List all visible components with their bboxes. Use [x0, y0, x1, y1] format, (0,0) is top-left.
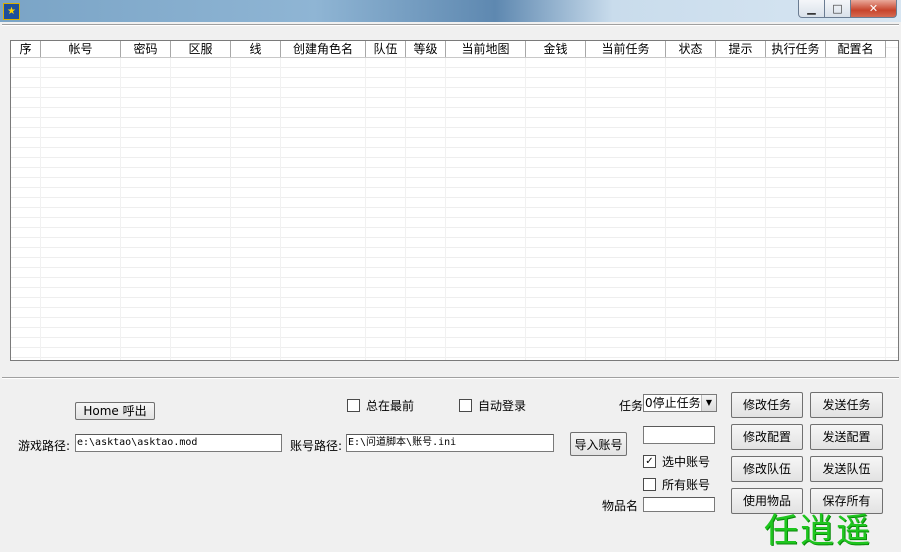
column-gridline — [120, 58, 121, 360]
column-gridline — [765, 58, 766, 360]
column-header[interactable]: 金钱 — [526, 41, 586, 57]
send-team-button[interactable]: 发送队伍 — [810, 456, 883, 482]
column-gridline — [715, 58, 716, 360]
column-header[interactable]: 等级 — [406, 41, 446, 57]
divider-top — [2, 24, 899, 26]
column-header[interactable]: 帐号 — [41, 41, 121, 57]
table-header: 序帐号 密码 区服线创建角色名 队伍 等级 当前地图 金钱 当前任务 状态 提示 执行任务 配置名 — [11, 41, 886, 58]
account-path-label: 账号路径: — [290, 439, 343, 453]
column-gridline — [445, 58, 446, 360]
app-icon[interactable]: ★ — [3, 3, 20, 20]
column-gridline — [405, 58, 406, 360]
maximize-button[interactable]: □ — [825, 0, 851, 18]
column-header[interactable]: 当前任务 — [586, 41, 666, 57]
modify-config-button[interactable]: 修改配置 — [731, 424, 803, 450]
selected-account-box[interactable]: ✓ — [643, 455, 656, 468]
column-header[interactable]: 当前地图 — [446, 41, 526, 57]
always-on-top-checkbox[interactable]: 总在最前 — [347, 397, 414, 414]
column-gridline — [525, 58, 526, 360]
send-task-button[interactable]: 发送任务 — [810, 392, 883, 418]
column-header[interactable]: 状态 — [666, 41, 716, 57]
all-accounts-box[interactable] — [643, 478, 656, 491]
column-header[interactable]: 配置名 — [826, 41, 886, 57]
account-table[interactable]: 序帐号 密码 区服线创建角色名 队伍 等级 当前地图 金钱 当前任务 状态 提示 执行任务 配置名 — [10, 40, 899, 361]
window-controls: ▁ □ ✕ — [798, 0, 897, 18]
column-gridline — [170, 58, 171, 360]
column-header[interactable]: 执行任务 — [766, 41, 826, 57]
column-header[interactable]: 密码 — [121, 41, 171, 57]
column-header[interactable]: 区服 — [171, 41, 231, 57]
account-path-input[interactable]: E:\问道脚本\账号.ini — [346, 434, 554, 452]
column-gridline — [585, 58, 586, 360]
always-on-top-label: 总在最前 — [366, 399, 415, 413]
auto-login-box[interactable] — [459, 399, 472, 412]
column-gridline — [365, 58, 366, 360]
column-header[interactable]: 提示 — [716, 41, 766, 57]
column-gridline — [280, 58, 281, 360]
all-accounts-label: 所有账号 — [662, 478, 711, 492]
selected-account-label: 选中账号 — [662, 455, 711, 469]
column-gridline — [40, 58, 41, 360]
auto-login-checkbox[interactable]: 自动登录 — [459, 397, 526, 414]
import-accounts-button[interactable]: 导入账号 — [570, 432, 627, 456]
modify-team-button[interactable]: 修改队伍 — [731, 456, 803, 482]
task-select-value: 0停止任务 — [645, 396, 701, 410]
column-header[interactable]: 创建角色名 — [281, 41, 366, 57]
task-label: 任务 — [619, 399, 644, 413]
task-select[interactable]: 0停止任务 ▼ — [643, 394, 717, 412]
divider-bottom — [2, 377, 899, 379]
task-param-input[interactable] — [643, 426, 715, 444]
selected-account-checkbox[interactable]: ✓ 选中账号 — [643, 453, 710, 470]
item-name-input[interactable] — [643, 497, 715, 512]
column-gridline — [665, 58, 666, 360]
game-path-label: 游戏路径: — [18, 439, 71, 453]
chevron-down-icon[interactable]: ▼ — [701, 395, 716, 411]
close-button[interactable]: ✕ — [851, 0, 897, 18]
item-name-label: 物品名 — [602, 499, 639, 513]
always-on-top-box[interactable] — [347, 399, 360, 412]
auto-login-label: 自动登录 — [478, 399, 527, 413]
title-bar: ★ ▁ □ ✕ — [0, 0, 901, 22]
column-header[interactable]: 队伍 — [366, 41, 406, 57]
column-gridline — [230, 58, 231, 360]
minimize-button[interactable]: ▁ — [798, 0, 825, 18]
column-header[interactable]: 序 — [11, 41, 41, 57]
game-path-input[interactable]: e:\asktao\asktao.mod — [75, 434, 282, 452]
column-gridline — [825, 58, 826, 360]
modify-task-button[interactable]: 修改任务 — [731, 392, 803, 418]
watermark-logo: 任逍遥 — [764, 511, 872, 551]
send-config-button[interactable]: 发送配置 — [810, 424, 883, 450]
column-header[interactable]: 线 — [231, 41, 281, 57]
column-gridline — [885, 58, 886, 360]
all-accounts-checkbox[interactable]: 所有账号 — [643, 476, 710, 493]
home-call-button[interactable]: Home 呼出 — [75, 402, 155, 420]
